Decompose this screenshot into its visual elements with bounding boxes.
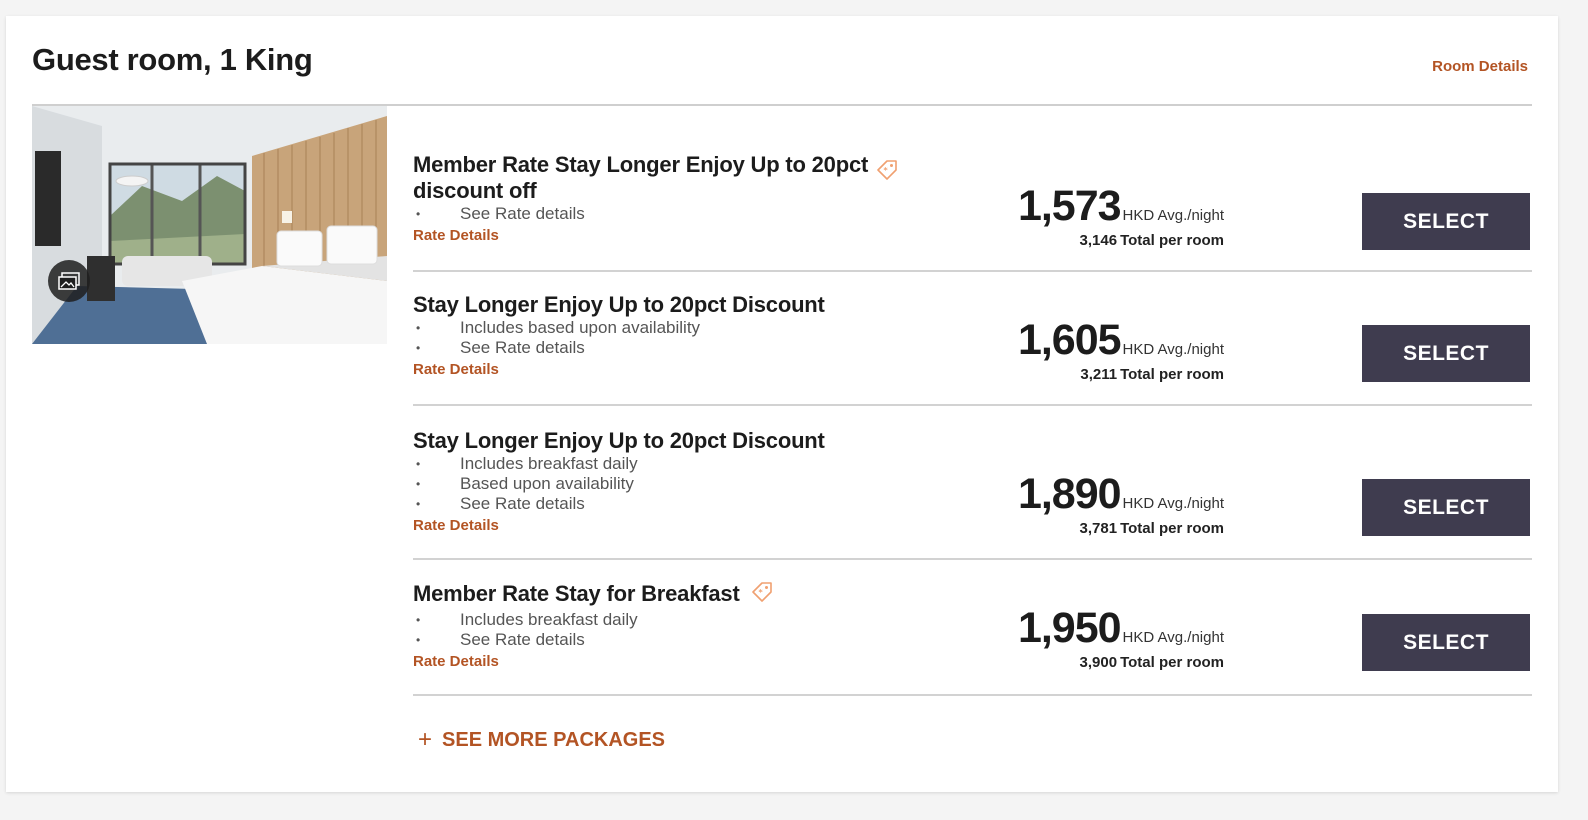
rate-info: Stay Longer Enjoy Up to 20pct Discount I… (413, 292, 825, 378)
rate-name-text: Member Rate Stay for Breakfast (413, 580, 740, 606)
price-block: 1,950 HKD Avg./night 3,900 Total per room (1018, 606, 1224, 671)
total-amount: 3,781 (1079, 520, 1118, 537)
price-amount: 1,950 (1017, 604, 1122, 652)
see-more-packages-label: SEE MORE PACKAGES (442, 728, 666, 751)
total-label: Total per room (1120, 520, 1224, 537)
total-label: Total per room (1120, 366, 1224, 383)
select-button[interactable]: SELECT (1362, 479, 1530, 536)
rate-row: Member Rate Stay for Breakfast * Include… (413, 560, 1532, 696)
rate-features: See Rate details (413, 204, 883, 224)
rate-features: Includes based upon availability See Rat… (413, 318, 825, 358)
rate-details-link[interactable]: Rate Details (413, 227, 883, 244)
rate-row: Stay Longer Enjoy Up to 20pct Discount I… (413, 272, 1532, 406)
gallery-icon (58, 272, 80, 290)
member-tag-icon: * (875, 158, 899, 188)
price-unit: HKD Avg./night (1122, 495, 1224, 512)
total-label: Total per room (1120, 232, 1224, 249)
price-amount: 1,605 (1017, 316, 1122, 364)
select-button[interactable]: SELECT (1362, 614, 1530, 671)
price-unit: HKD Avg./night (1122, 207, 1224, 224)
rate-name: Member Rate Stay Longer Enjoy Up to 20pc… (413, 152, 897, 204)
rate-name-text: Member Rate Stay Longer Enjoy Up to 20pc… (413, 152, 869, 203)
room-photo[interactable] (32, 106, 387, 344)
total-amount: 3,900 (1079, 654, 1118, 671)
rate-feature: See Rate details (413, 204, 883, 224)
plus-icon: + (418, 726, 433, 753)
price-block: 1,890 HKD Avg./night 3,781 Total per room (1018, 472, 1224, 537)
select-button[interactable]: SELECT (1362, 193, 1530, 250)
rate-info: Stay Longer Enjoy Up to 20pct Discount I… (413, 428, 825, 534)
room-title: Guest room, 1 King (32, 42, 313, 77)
rate-feature: See Rate details (413, 630, 774, 650)
rate-name: Member Rate Stay for Breakfast * (413, 580, 774, 610)
rate-row: Member Rate Stay Longer Enjoy Up to 20pc… (413, 106, 1532, 272)
rate-row: Stay Longer Enjoy Up to 20pct Discount I… (413, 406, 1532, 560)
svg-text:*: * (758, 588, 763, 597)
rate-name: Stay Longer Enjoy Up to 20pct Discount (413, 292, 825, 317)
svg-text:*: * (884, 166, 889, 175)
price-amount: 1,890 (1017, 470, 1122, 518)
room-card: Guest room, 1 King Room Details Member R… (6, 16, 1558, 792)
rate-details-link[interactable]: Rate Details (413, 361, 825, 378)
rate-info: Member Rate Stay for Breakfast * Include… (413, 580, 774, 670)
total-amount: 3,211 (1080, 366, 1118, 383)
rate-name: Stay Longer Enjoy Up to 20pct Discount (413, 428, 825, 453)
rate-feature: Based upon availability (413, 474, 825, 494)
rate-feature: See Rate details (413, 338, 825, 358)
rate-details-link[interactable]: Rate Details (413, 517, 825, 534)
rate-details-link[interactable]: Rate Details (413, 653, 774, 670)
room-details-link[interactable]: Room Details (1432, 58, 1528, 75)
rate-features: Includes breakfast daily See Rate detail… (413, 610, 774, 650)
price-unit: HKD Avg./night (1122, 341, 1224, 358)
price-unit: HKD Avg./night (1122, 629, 1224, 646)
rate-feature: See Rate details (413, 494, 825, 514)
price-amount: 1,573 (1017, 182, 1122, 230)
price-block: 1,605 HKD Avg./night 3,211 Total per room (1018, 318, 1224, 383)
rate-feature: Includes breakfast daily (413, 610, 774, 630)
see-more-packages-link[interactable]: + SEE MORE PACKAGES (418, 726, 665, 754)
rate-info: Member Rate Stay Longer Enjoy Up to 20pc… (413, 152, 897, 244)
price-block: 1,573 HKD Avg./night 3,146 Total per room (1018, 184, 1224, 249)
select-button[interactable]: SELECT (1362, 325, 1530, 382)
rate-feature: Includes breakfast daily (413, 454, 825, 474)
total-label: Total per room (1120, 654, 1224, 671)
total-amount: 3,146 (1079, 232, 1118, 249)
rate-features: Includes breakfast daily Based upon avai… (413, 454, 825, 514)
member-tag-icon: * (750, 580, 774, 610)
rate-feature: Includes based upon availability (413, 318, 825, 338)
room-photo-image (32, 106, 387, 344)
gallery-button[interactable] (48, 260, 90, 302)
